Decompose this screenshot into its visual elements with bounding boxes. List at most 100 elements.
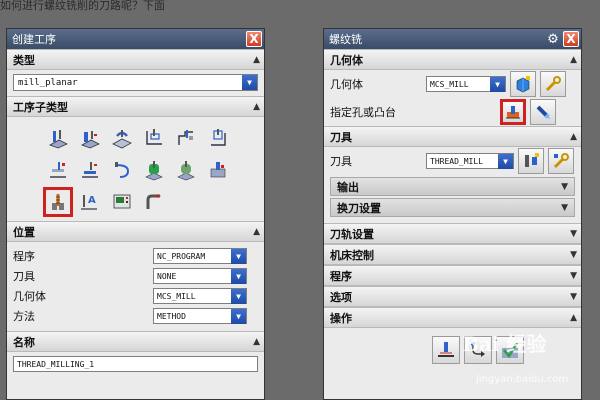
- page-caption: 如何进行螺纹铣削的刀路呢？下面: [0, 0, 165, 11]
- method-dropdown[interactable]: METHOD ▼: [153, 308, 247, 324]
- subtype-finish-floor-icon[interactable]: [75, 155, 105, 185]
- method-value: METHOD: [157, 311, 186, 321]
- geometry-value: MCS_MILL: [430, 79, 469, 89]
- chevron-down-icon: ▼: [570, 249, 577, 260]
- chevron-up-icon: ▲: [253, 101, 260, 112]
- edit-geometry-button[interactable]: [540, 71, 566, 97]
- subtype-text-engraving-icon[interactable]: A: [75, 187, 105, 217]
- subtype-thread-milling-icon[interactable]: [43, 187, 73, 217]
- geometry-header-label: 几何体: [330, 53, 363, 67]
- operation-name-input[interactable]: THREAD_MILLING_1: [13, 356, 258, 372]
- baidu-jingyan-watermark: Bai 经验 jingyan.baidu.com: [462, 318, 600, 400]
- machine-control-label: 机床控制: [330, 248, 374, 262]
- program-label: 程序: [13, 250, 35, 263]
- dropdown-arrow-icon: ▼: [231, 248, 246, 264]
- chevron-down-icon: ▼: [561, 181, 568, 192]
- program-label: 程序: [330, 269, 352, 283]
- options-label: 选项: [330, 290, 352, 304]
- geometry-dropdown[interactable]: MCS_MILL ▼: [426, 76, 506, 92]
- method-row: 方法 METHOD ▼: [13, 306, 258, 326]
- chevron-down-icon: ▼: [570, 228, 577, 239]
- chevron-down-icon: ▼: [570, 291, 577, 302]
- subtype-machine-control-icon[interactable]: [107, 187, 137, 217]
- tool-row: 刀具 NONE ▼: [13, 266, 258, 286]
- program-row: 程序 NC_PROGRAM ▼: [13, 246, 258, 266]
- dialog-title-bar: 螺纹铣 ⚙ X: [324, 29, 581, 49]
- subtype-floor-wall-is-icon[interactable]: [75, 123, 105, 153]
- subtype-hole-milling-icon[interactable]: [139, 155, 169, 185]
- chevron-up-icon: ▲: [570, 131, 577, 142]
- tool-dropdown[interactable]: THREAD_MILL ▼: [426, 153, 514, 169]
- type-header-label: 类型: [13, 53, 35, 67]
- subtype-boss-milling-icon[interactable]: [171, 155, 201, 185]
- geometry-row: 几何体 MCS_MILL ▼: [13, 286, 258, 306]
- tool-row: 刀具 THREAD_MILL ▼: [324, 147, 581, 175]
- close-icon[interactable]: X: [563, 31, 579, 47]
- chevron-up-icon: ▲: [253, 54, 260, 65]
- subtype-floor-wall-icon[interactable]: [43, 123, 73, 153]
- tool-change-subgroup[interactable]: 换刀设置 ▼: [330, 198, 575, 217]
- subtype-planar-mill-icon[interactable]: [139, 123, 169, 153]
- subtype-group-header[interactable]: 工序子类型 ▲: [7, 96, 264, 117]
- gear-icon[interactable]: ⚙: [545, 31, 561, 47]
- options-group-header[interactable]: 选项 ▼: [324, 286, 581, 307]
- svg-text:A: A: [88, 195, 96, 206]
- actions-label: 操作: [330, 311, 352, 325]
- subtype-groove-milling-icon[interactable]: [107, 155, 137, 185]
- path-settings-label: 刀轨设置: [330, 227, 374, 241]
- tool-value: NONE: [157, 271, 177, 281]
- location-group-header[interactable]: 位置 ▲: [7, 221, 264, 242]
- path-settings-group-header[interactable]: 刀轨设置 ▼: [324, 223, 581, 244]
- subtype-cleanup-corners-icon[interactable]: [203, 123, 233, 153]
- display-flashlight-button[interactable]: [530, 99, 556, 125]
- geometry-label: 几何体: [330, 78, 363, 91]
- tool-value: THREAD_MILL: [430, 156, 483, 166]
- geometry-row: 几何体 MCS_MILL ▼: [324, 70, 581, 98]
- new-tool-button[interactable]: [518, 148, 544, 174]
- dialog-title: 螺纹铣: [329, 33, 362, 46]
- chevron-down-icon: ▼: [561, 202, 568, 213]
- subtype-chamfer-icon[interactable]: [203, 155, 233, 185]
- close-icon[interactable]: X: [246, 31, 262, 47]
- edit-tool-button[interactable]: [548, 148, 574, 174]
- tool-label: 刀具: [330, 155, 352, 168]
- dropdown-arrow-icon: ▼: [231, 288, 246, 304]
- new-geometry-button[interactable]: [510, 71, 536, 97]
- geometry-value: MCS_MILL: [157, 291, 196, 301]
- tool-group-header[interactable]: 刀具 ▲: [324, 126, 581, 147]
- subtype-user-defined-icon[interactable]: [139, 187, 169, 217]
- geometry-dropdown[interactable]: MCS_MILL ▼: [153, 288, 247, 304]
- program-dropdown[interactable]: NC_PROGRAM ▼: [153, 248, 247, 264]
- location-header-label: 位置: [13, 225, 35, 239]
- specify-hole-label: 指定孔或凸台: [330, 106, 396, 119]
- geometry-label: 几何体: [13, 290, 46, 303]
- type-group-header[interactable]: 类型 ▲: [7, 49, 264, 70]
- subtype-planar-profile-icon[interactable]: [171, 123, 201, 153]
- dropdown-arrow-icon: ▼: [242, 75, 257, 90]
- type-dropdown[interactable]: mill_planar ▼: [13, 74, 258, 91]
- output-label: 输出: [337, 180, 359, 194]
- geometry-group-header[interactable]: 几何体 ▲: [324, 49, 581, 70]
- dropdown-arrow-icon: ▼: [231, 308, 246, 324]
- chevron-up-icon: ▲: [570, 54, 577, 65]
- program-group-header[interactable]: 程序 ▼: [324, 265, 581, 286]
- watermark-brand: Bai 经验: [462, 332, 547, 356]
- subtype-finish-walls-icon[interactable]: [43, 155, 73, 185]
- output-subgroup[interactable]: 输出 ▼: [330, 177, 575, 196]
- select-hole-boss-button[interactable]: [500, 99, 526, 125]
- subtype-header-label: 工序子类型: [13, 100, 68, 114]
- name-header-label: 名称: [13, 335, 35, 349]
- type-value: mill_planar: [18, 77, 78, 88]
- tool-dropdown[interactable]: NONE ▼: [153, 268, 247, 284]
- tool-header-label: 刀具: [330, 130, 352, 144]
- dropdown-arrow-icon: ▼: [498, 153, 513, 169]
- machine-control-group-header[interactable]: 机床控制 ▼: [324, 244, 581, 265]
- dropdown-arrow-icon: ▼: [490, 76, 505, 92]
- name-group-header[interactable]: 名称 ▲: [7, 331, 264, 352]
- generate-toolpath-button[interactable]: [431, 336, 460, 364]
- chevron-up-icon: ▲: [253, 336, 260, 347]
- program-value: NC_PROGRAM: [157, 251, 206, 261]
- chevron-up-icon: ▲: [253, 226, 260, 237]
- subtype-face-milling-icon[interactable]: [107, 123, 137, 153]
- specify-hole-row: 指定孔或凸台: [324, 98, 581, 126]
